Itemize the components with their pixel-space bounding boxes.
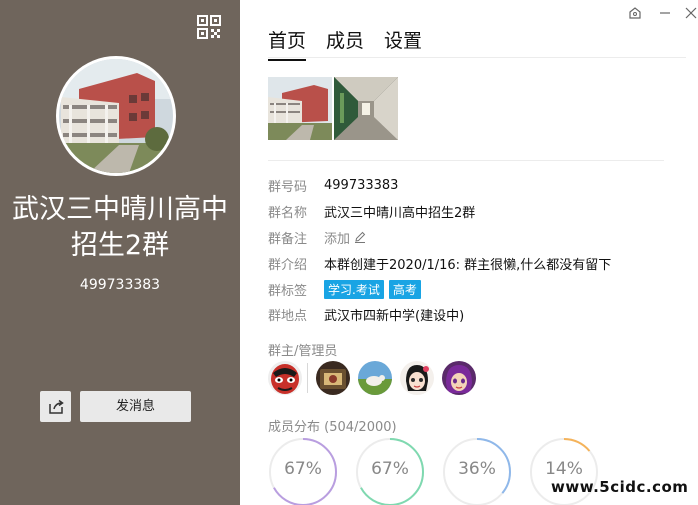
tab-bar: 首页 成员 设置 <box>268 26 442 61</box>
group-photo-1[interactable] <box>268 77 332 140</box>
admin-avatar[interactable] <box>442 361 476 395</box>
share-button[interactable] <box>40 391 71 422</box>
group-id: 499733383 <box>79 277 161 293</box>
group-avatar[interactable] <box>56 56 176 176</box>
group-number-value: 499733383 <box>324 178 399 194</box>
info-row-name: 群名称 武汉三中晴川高中招生2群 <box>268 199 611 225</box>
admin-separator <box>307 363 308 393</box>
group-intro-value: 本群创建于2020/1/16: 群主很懒,什么都没有留下 <box>324 257 612 273</box>
send-message-button[interactable]: 发消息 <box>80 391 191 422</box>
add-remark-label: 添加 <box>324 231 351 247</box>
add-remark-link[interactable]: 添加 <box>324 228 367 247</box>
qr-code-icon[interactable] <box>197 15 221 39</box>
distribution-circle[interactable]: 36% <box>442 437 512 505</box>
admin-avatar[interactable] <box>358 361 392 395</box>
info-label: 群名称 <box>268 206 308 222</box>
skin-icon[interactable] <box>628 6 642 20</box>
info-row-tags: 群标签 学习.考试 高考 <box>268 276 611 302</box>
close-icon[interactable] <box>684 6 698 20</box>
members-count: (504/2000) <box>324 420 397 435</box>
group-photo-2[interactable] <box>334 77 398 140</box>
tag-badge[interactable]: 高考 <box>388 279 421 299</box>
tab-settings[interactable]: 设置 <box>384 26 422 61</box>
info-label: 群介绍 <box>268 257 308 273</box>
distribution-percent: 14% <box>545 459 583 479</box>
group-info: 群号码 499733383 群名称 武汉三中晴川高中招生2群 群备注 添加 群介… <box>268 173 611 328</box>
group-name-value: 武汉三中晴川高中招生2群 <box>324 206 476 222</box>
tag-badge[interactable]: 学习.考试 <box>324 279 384 299</box>
admin-avatar[interactable] <box>400 361 434 395</box>
members-label: 成员分布 <box>268 420 321 435</box>
group-profile-panel: 武汉三中晴川高中招生2群 499733383 发消息 <box>0 0 240 505</box>
distribution-percent: 67% <box>371 459 409 479</box>
watermark: www.5cidc.com <box>551 478 689 496</box>
info-label: 群备注 <box>268 231 308 247</box>
admin-list <box>268 361 484 395</box>
tab-divider <box>268 57 686 58</box>
info-label: 群标签 <box>268 283 308 299</box>
section-divider <box>268 160 664 161</box>
admin-avatar[interactable] <box>316 361 350 395</box>
distribution-percent: 36% <box>458 459 496 479</box>
info-row-intro: 群介绍 本群创建于2020/1/16: 群主很懒,什么都没有留下 <box>268 250 611 276</box>
tab-members[interactable]: 成员 <box>326 26 364 61</box>
share-icon <box>48 399 64 414</box>
info-label: 群地点 <box>268 309 308 325</box>
edit-icon <box>355 232 366 244</box>
group-location-value: 武汉市四新中学(建设中) <box>324 309 465 325</box>
admins-label: 群主/管理员 <box>268 344 338 359</box>
group-photos <box>268 77 400 140</box>
info-label: 群号码 <box>268 180 308 196</box>
info-row-number: 群号码 499733383 <box>268 173 611 199</box>
tab-home[interactable]: 首页 <box>268 26 307 61</box>
info-row-location: 群地点 武汉市四新中学(建设中) <box>268 302 611 328</box>
distribution-circle[interactable]: 67% <box>268 437 338 505</box>
distribution-percent: 67% <box>284 459 322 479</box>
members-distribution-label: 成员分布 (504/2000) <box>268 416 397 435</box>
distribution-circle[interactable]: 67% <box>355 437 425 505</box>
group-name: 武汉三中晴川高中招生2群 <box>12 194 228 261</box>
minimize-icon[interactable] <box>658 6 672 20</box>
info-row-remark: 群备注 添加 <box>268 225 611 251</box>
admin-avatar[interactable] <box>268 361 302 395</box>
